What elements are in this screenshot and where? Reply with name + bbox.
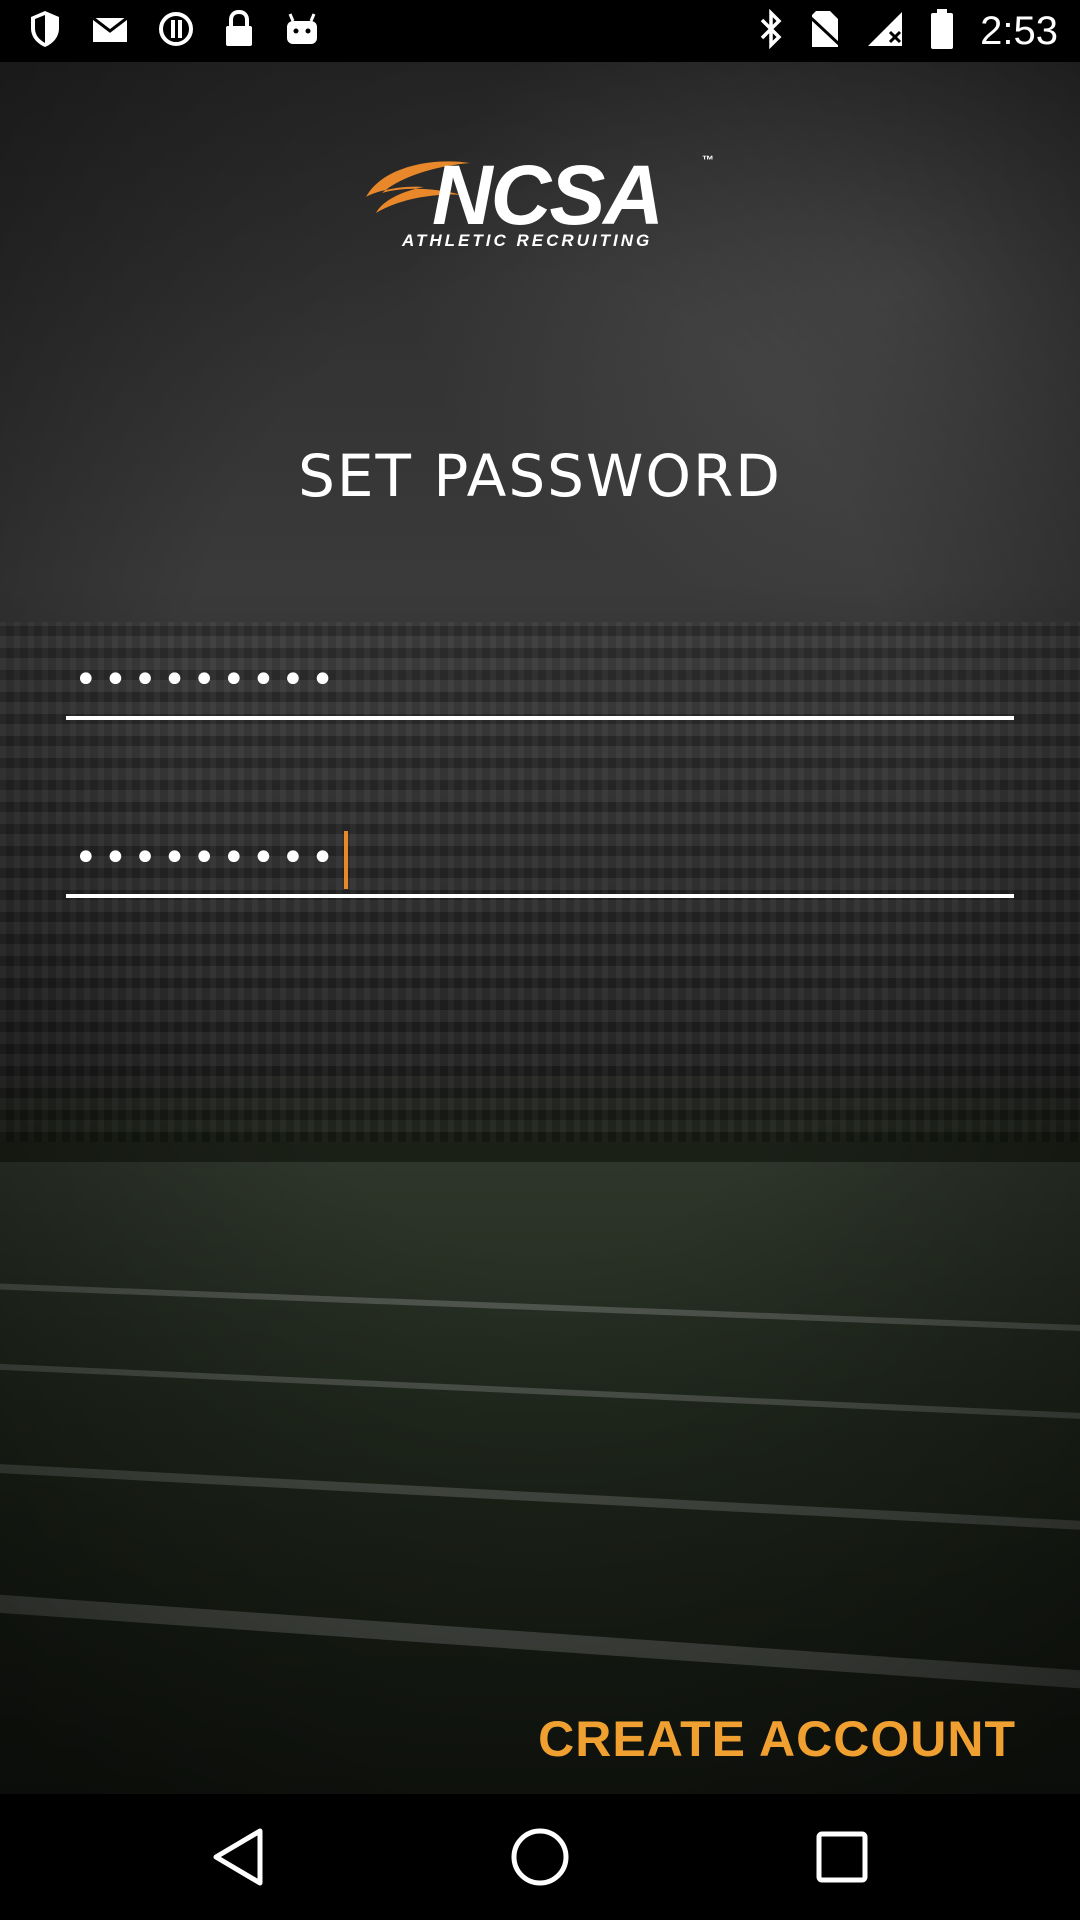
logo-trademark: ™	[702, 153, 714, 167]
page-title: SET PASSWORD	[298, 442, 782, 510]
navigation-bar	[0, 1794, 1080, 1920]
recents-icon[interactable]	[804, 1819, 880, 1895]
background-vignette	[0, 62, 1080, 1794]
password-value: •••••••••	[74, 657, 341, 703]
status-bar-left	[28, 0, 320, 62]
create-account-button[interactable]: CREATE ACCOUNT	[538, 1710, 1016, 1768]
no-sim-icon	[809, 9, 842, 54]
android-icon	[284, 12, 320, 51]
info-icon	[158, 11, 194, 52]
confirm-password-value: •••••••••	[74, 835, 341, 881]
signal-icon	[866, 10, 904, 53]
mail-icon	[92, 14, 128, 49]
text-cursor	[344, 831, 349, 889]
main-content: NCSA ™ ATHLETIC RECRUITING SET PASSWORD …	[0, 62, 1080, 1794]
logo-subtitle: ATHLETIC RECRUITING	[402, 231, 653, 250]
back-icon[interactable]	[200, 1819, 276, 1895]
confirm-password-field[interactable]: •••••••••	[66, 828, 1014, 898]
password-field[interactable]: •••••••••	[66, 650, 1014, 720]
lock-icon	[224, 9, 254, 53]
bluetooth-icon	[758, 8, 784, 54]
confirm-password-value-wrap: •••••••••	[74, 828, 349, 889]
ncsa-logo: NCSA ™ ATHLETIC RECRUITING	[362, 147, 722, 257]
shield-icon	[28, 9, 62, 54]
status-bar-right: 2:53	[758, 0, 1058, 62]
home-icon[interactable]	[502, 1819, 578, 1895]
status-bar: 2:53	[0, 0, 1080, 62]
password-underline	[66, 716, 1014, 720]
confirm-password-underline	[66, 894, 1014, 898]
logo-title: NCSA	[432, 148, 664, 242]
clock-time: 2:53	[980, 8, 1058, 53]
battery-icon	[930, 8, 954, 55]
